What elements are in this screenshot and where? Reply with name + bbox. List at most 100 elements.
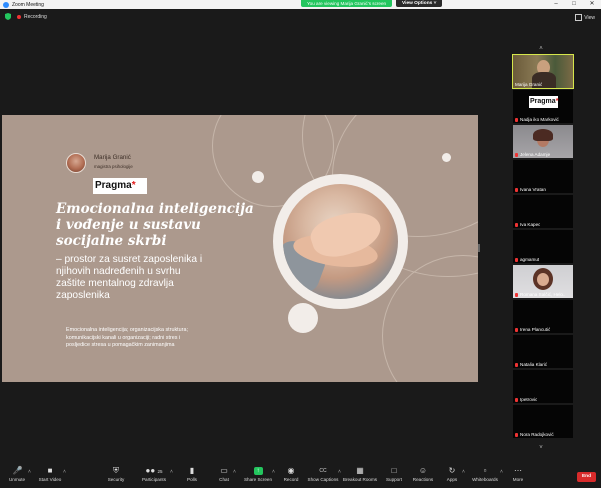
muted-mic-icon bbox=[515, 432, 518, 437]
minimize-icon[interactable]: – bbox=[547, 0, 565, 9]
muted-mic-icon bbox=[515, 257, 518, 262]
reactions-smiley-icon: ☺ bbox=[418, 466, 428, 475]
view-options-button[interactable]: View Options ˅ bbox=[396, 0, 443, 7]
gallery-scroll-up-icon[interactable]: ˄ bbox=[536, 46, 546, 52]
participant-tile[interactable]: Marija Granić bbox=[512, 54, 574, 89]
participant-name-text: Nora Radojković bbox=[520, 432, 554, 437]
participant-hair bbox=[533, 129, 553, 141]
muted-mic-icon bbox=[515, 327, 518, 332]
participant-name-text: Iva Kapec bbox=[520, 222, 541, 227]
start-video-label: Start Video bbox=[38, 477, 62, 482]
muted-mic-icon bbox=[515, 117, 518, 122]
more-dots-icon: ⋯ bbox=[514, 466, 522, 475]
chat-bubble-icon: ▭ bbox=[220, 466, 228, 475]
participant-name: Jelena Adamje bbox=[515, 152, 550, 157]
participant-face bbox=[537, 273, 549, 286]
participant-tile[interactable]: Iva Kapec bbox=[513, 195, 573, 228]
participant-name: Ipetrovic bbox=[515, 397, 537, 402]
meeting-top-bar bbox=[0, 9, 601, 27]
slide-keywords-line: posljedice stresa u pomagačkim zanimanji… bbox=[66, 342, 175, 348]
view-button[interactable]: View bbox=[575, 14, 595, 21]
muted-mic-icon bbox=[515, 292, 518, 297]
view-label: View bbox=[584, 14, 595, 21]
window-title: Zoom Meeting bbox=[12, 1, 44, 8]
muted-mic-icon bbox=[515, 362, 518, 367]
apps-icon: ↻ bbox=[448, 466, 456, 475]
participant-name-text: Ivana Vratan bbox=[520, 187, 546, 192]
participants-count: 25 bbox=[157, 469, 163, 474]
participant-tile[interactable]: Nora Radojković bbox=[513, 405, 573, 438]
slide-subtitle-line: zaštite mentalnog zdravlja bbox=[56, 278, 174, 289]
participant-name-text: Nadja iko Marković bbox=[520, 117, 559, 122]
share-screen-label: Share Screen bbox=[243, 477, 273, 482]
captions-cc-icon: CC bbox=[319, 468, 327, 474]
slide-title-line: Emocionalna inteligencija bbox=[56, 201, 254, 217]
polls-label: Polls bbox=[187, 477, 197, 482]
participant-name: Iva Kapec bbox=[515, 222, 540, 227]
split-resize-handle[interactable] bbox=[478, 244, 480, 252]
chat-options-chevron-icon[interactable]: ˄ bbox=[233, 469, 236, 475]
slide-title-line: i vođenje u sustavu bbox=[56, 217, 201, 233]
whiteboard-icon: ▫ bbox=[483, 466, 487, 475]
participant-tile[interactable]: Irena Plancutić bbox=[513, 300, 573, 333]
pragma-logo: Pragma* bbox=[93, 178, 147, 194]
participant-tile[interactable]: Ivana Vratan bbox=[513, 160, 573, 193]
security-shield-icon: ⛨ bbox=[113, 466, 119, 475]
participant-name-text: Natalia Klarić bbox=[520, 362, 548, 367]
participant-tile[interactable]: Pragma* Nadja iko Marković bbox=[513, 90, 573, 123]
participant-name: Nora Radojković bbox=[515, 432, 554, 437]
grid-view-icon bbox=[575, 14, 583, 21]
security-shield-icon[interactable] bbox=[5, 13, 11, 20]
participant-tile[interactable]: Ipetrovic bbox=[513, 370, 573, 403]
shared-screen-slide: Marija Granić magistra psihologije Pragm… bbox=[2, 115, 478, 382]
slide-subtitle-line: njihovih nadređenih u svrhu bbox=[56, 266, 181, 277]
participant-name-text: Ipetrovic bbox=[520, 397, 538, 402]
close-icon[interactable]: ✕ bbox=[583, 0, 601, 9]
participant-name-text: Jelena Adamje bbox=[520, 152, 551, 157]
participant-tile[interactable]: Natalia Klarić bbox=[513, 335, 573, 368]
security-button[interactable]: ⛨ Security bbox=[96, 466, 136, 483]
presenter-name: Marija Granić bbox=[94, 154, 131, 161]
apps-label: Apps bbox=[446, 477, 458, 482]
participant-tile[interactable]: Romana Salčić, Helo.. bbox=[513, 265, 573, 298]
participants-label: Participants bbox=[141, 477, 166, 482]
slide-subtitle: – prostor za susret zaposlenika i njihov… bbox=[56, 254, 264, 302]
participant-name: Irena Plancutić bbox=[515, 327, 550, 332]
video-options-chevron-icon[interactable]: ˄ bbox=[63, 469, 66, 475]
participants-button[interactable]: ●● 25 Participants bbox=[134, 466, 174, 483]
support-label: Support bbox=[385, 477, 403, 482]
participant-name: Ivana Vratan bbox=[515, 187, 546, 192]
participants-icon: ●● 25 bbox=[145, 466, 163, 475]
participant-name: Nadja iko Marković bbox=[515, 117, 559, 122]
hands-photo bbox=[283, 184, 398, 299]
muted-microphone-icon: 🎤 bbox=[12, 466, 23, 475]
video-off-icon: ■ bbox=[47, 466, 53, 475]
presenter-role: magistra psihologije bbox=[94, 164, 133, 169]
participant-name: Romana Salčić, Helo.. bbox=[515, 292, 565, 297]
pragma-logo: Pragma* bbox=[529, 96, 558, 108]
security-label: Security bbox=[107, 477, 125, 482]
end-meeting-button[interactable]: End bbox=[577, 472, 596, 482]
maximize-icon[interactable]: □ bbox=[565, 0, 583, 9]
reactions-label: Reactions bbox=[412, 477, 434, 482]
gallery-scroll-down-icon[interactable]: ˅ bbox=[536, 445, 546, 451]
decorative-dot bbox=[442, 153, 451, 162]
decorative-dot bbox=[252, 171, 264, 183]
muted-mic-icon bbox=[515, 397, 518, 402]
show-captions-button[interactable]: CC Show Captions bbox=[303, 467, 343, 482]
window-controls: – □ ✕ bbox=[547, 0, 601, 9]
show-captions-label: Show Captions bbox=[307, 477, 339, 482]
slide-title: Emocionalna inteligencija i vođenje u su… bbox=[56, 201, 266, 249]
viewing-screen-banner: You are viewing Marija Granić's screen bbox=[301, 0, 393, 7]
participant-tile[interactable]: Jelena Adamje bbox=[513, 125, 573, 158]
record-label: Record bbox=[283, 477, 299, 482]
muted-mic-icon bbox=[515, 222, 518, 227]
slide-keywords-line: Emocionalna inteligencija; organizacijsk… bbox=[66, 327, 188, 333]
decorative-dot bbox=[288, 303, 318, 333]
participant-name-text: Irena Plancutić bbox=[520, 327, 551, 332]
slide-title-line: socijalne skrbi bbox=[56, 233, 167, 249]
participant-tile[interactable]: agmamut bbox=[513, 230, 573, 263]
more-button[interactable]: ⋯ More bbox=[498, 466, 538, 483]
participant-name: Marija Granić bbox=[515, 82, 543, 87]
recording-dot-icon bbox=[17, 15, 21, 19]
